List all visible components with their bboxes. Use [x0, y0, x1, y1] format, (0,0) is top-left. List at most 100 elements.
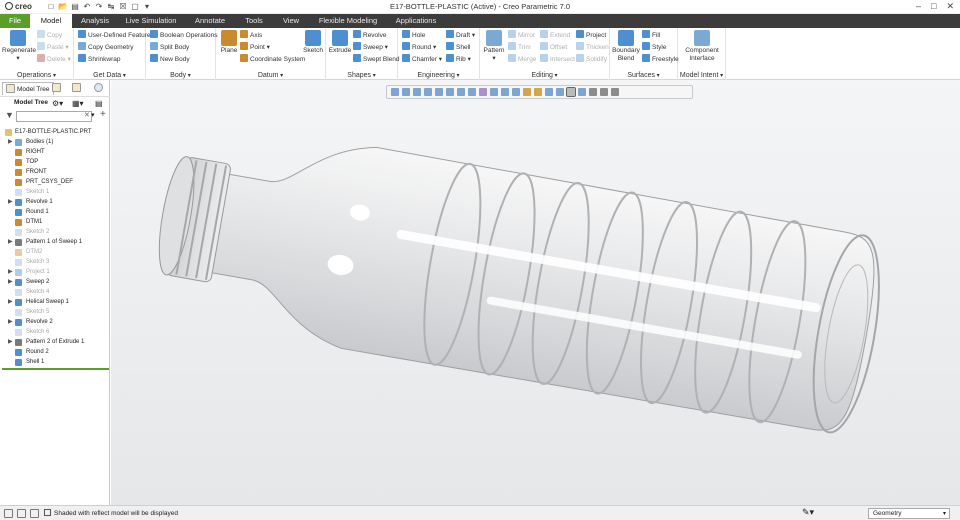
expand-arrow-icon[interactable]: ▶: [8, 297, 13, 307]
tab-model-tree[interactable]: Model Tree: [2, 82, 54, 95]
pattern-button[interactable]: Pattern ▾: [482, 30, 506, 63]
delete-button[interactable]: Delete ▾: [37, 54, 71, 65]
style-button[interactable]: Style: [642, 42, 666, 53]
tree-item[interactable]: Sketch 2: [0, 227, 110, 237]
draft-button[interactable]: Draft ▾: [446, 30, 475, 41]
tree-item[interactable]: DTM1: [0, 217, 110, 227]
fill-button[interactable]: Fill: [642, 30, 660, 41]
group-label-get-data[interactable]: Get Data: [74, 72, 145, 79]
show-browser-icon[interactable]: [17, 509, 26, 518]
swept-blend-button[interactable]: Swept Blend: [353, 54, 400, 65]
tree-item[interactable]: ▶ Pattern 1 of Sweep 1: [0, 237, 110, 247]
tree-item[interactable]: ▶ Sweep 2: [0, 277, 110, 287]
round-button[interactable]: Round ▾: [402, 42, 436, 53]
rib-button[interactable]: Rib ▾: [446, 54, 471, 65]
tab-folder-browser[interactable]: [52, 82, 63, 95]
tree-item[interactable]: E17-BOTTLE-PLASTIC.PRT: [0, 127, 110, 137]
extrude-button[interactable]: Extrude: [328, 30, 352, 55]
tab-live-simulation[interactable]: Live Simulation: [120, 14, 182, 28]
hole-button[interactable]: Hole: [402, 30, 425, 41]
tab-flexible-modeling[interactable]: Flexible Modeling: [312, 14, 384, 28]
smart-select-icon[interactable]: ✎▾: [802, 507, 814, 518]
expand-arrow-icon[interactable]: ▶: [8, 197, 13, 207]
group-label-datum[interactable]: Datum: [216, 72, 325, 79]
copy-button[interactable]: Copy: [37, 30, 62, 41]
chamfer-button[interactable]: Chamfer ▾: [402, 54, 442, 65]
tree-search-input[interactable]: [16, 111, 92, 122]
udf-button[interactable]: User-Defined Feature: [78, 30, 151, 41]
tree-settings-icon[interactable]: ⚙▾: [52, 99, 63, 108]
point-button[interactable]: Point ▾: [240, 42, 270, 53]
tab-file[interactable]: File: [0, 14, 30, 28]
shell-button[interactable]: Shell: [446, 42, 470, 53]
graphics-window[interactable]: [111, 80, 960, 505]
tab-favorites[interactable]: [72, 82, 83, 95]
tree-item[interactable]: ▶ Revolve 1: [0, 197, 110, 207]
tree-item[interactable]: PRT_CSYS_DEF: [0, 177, 110, 187]
solidify-button[interactable]: Solidify: [576, 54, 607, 65]
expand-arrow-icon[interactable]: ▶: [8, 267, 13, 277]
offset-button[interactable]: Offset: [540, 42, 567, 53]
tree-item[interactable]: ▶ Revolve 2: [0, 317, 110, 327]
component-interface-button[interactable]: Component Interface: [680, 30, 724, 63]
boolean-operations-button[interactable]: Boolean Operations: [150, 30, 217, 41]
split-body-button[interactable]: Split Body: [150, 42, 189, 53]
tree-item[interactable]: Sketch 6: [0, 327, 110, 337]
tab-tools[interactable]: Tools: [238, 14, 270, 28]
tree-item[interactable]: Sketch 5: [0, 307, 110, 317]
group-label-operations[interactable]: Operations: [0, 72, 73, 79]
tab-annotate[interactable]: Annotate: [188, 14, 232, 28]
sweep-button[interactable]: Sweep ▾: [353, 42, 388, 53]
tab-model[interactable]: Model: [30, 14, 72, 28]
trim-button[interactable]: Trim: [508, 42, 531, 53]
boundary-blend-button[interactable]: Boundary Blend: [612, 30, 640, 63]
tab-applications[interactable]: Applications: [390, 14, 442, 28]
show-icon[interactable]: ▦▾: [72, 99, 84, 108]
minimize-icon[interactable]: –: [916, 1, 921, 12]
tree-item[interactable]: ▶ Project 1: [0, 267, 110, 277]
insert-indicator[interactable]: [2, 368, 109, 370]
tree-item[interactable]: DTM2: [0, 247, 110, 257]
tree-item[interactable]: Sketch 3: [0, 257, 110, 267]
tree-item[interactable]: Sketch 1: [0, 187, 110, 197]
merge-button[interactable]: Merge: [508, 54, 536, 65]
add-filter-icon[interactable]: +: [100, 109, 106, 120]
expand-arrow-icon[interactable]: ▶: [8, 337, 13, 347]
bottle-model[interactable]: [111, 80, 960, 505]
sketch-button[interactable]: Sketch: [302, 30, 324, 55]
maximize-icon[interactable]: □: [931, 1, 936, 12]
tree-item[interactable]: FRONT: [0, 167, 110, 177]
selection-filter[interactable]: Geometry: [868, 508, 950, 519]
show-navigator-icon[interactable]: [4, 509, 13, 518]
freestyle-button[interactable]: Freestyle: [642, 54, 679, 65]
tree-item[interactable]: ▶ Helical Sweep 1: [0, 297, 110, 307]
filter-dropdown-icon[interactable]: ▾: [91, 111, 95, 119]
tab-history[interactable]: [94, 82, 105, 95]
tree-item[interactable]: Round 1: [0, 207, 110, 217]
tab-view[interactable]: View: [276, 14, 306, 28]
tree-item[interactable]: RIGHT: [0, 147, 110, 157]
tree-item[interactable]: ▶ Bodies (1): [0, 137, 110, 147]
tree-item[interactable]: Round 2: [0, 347, 110, 357]
clear-filter-icon[interactable]: ✕: [84, 111, 90, 119]
group-label-editing[interactable]: Editing: [480, 72, 609, 79]
group-label-shapes[interactable]: Shapes: [326, 72, 397, 79]
shrinkwrap-button[interactable]: Shrinkwrap: [78, 54, 121, 65]
tree-item[interactable]: TOP: [0, 157, 110, 167]
revolve-button[interactable]: Revolve: [353, 30, 386, 41]
axis-button[interactable]: Axis: [240, 30, 262, 41]
expand-arrow-icon[interactable]: ▶: [8, 317, 13, 327]
group-label-surfaces[interactable]: Surfaces: [610, 72, 677, 79]
expand-arrow-icon[interactable]: ▶: [8, 237, 13, 247]
group-label-model-intent[interactable]: Model Intent: [678, 72, 725, 79]
full-screen-icon[interactable]: [30, 509, 39, 518]
coordinate-system-button[interactable]: Coordinate System: [240, 54, 305, 65]
close-icon[interactable]: ✕: [946, 1, 954, 12]
extend-button[interactable]: Extend: [540, 30, 570, 41]
tree-item[interactable]: ▶ Pattern 2 of Extrude 1: [0, 337, 110, 347]
group-label-engineering[interactable]: Engineering: [398, 72, 479, 79]
expand-arrow-icon[interactable]: ▶: [8, 277, 13, 287]
plane-button[interactable]: Plane: [218, 30, 240, 55]
new-body-button[interactable]: New Body: [150, 54, 190, 65]
tree-item[interactable]: Shell 1: [0, 357, 110, 367]
